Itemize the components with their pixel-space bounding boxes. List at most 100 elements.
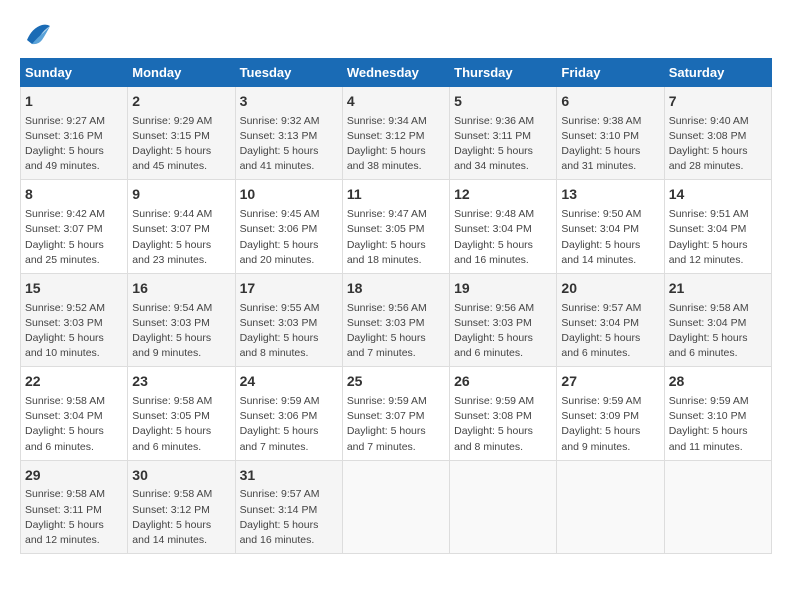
day-number: 24 [240, 372, 338, 392]
calendar-cell: 11Sunrise: 9:47 AMSunset: 3:05 PMDayligh… [342, 180, 449, 273]
day-info: Sunrise: 9:58 AMSunset: 3:11 PMDaylight:… [25, 487, 123, 548]
calendar-cell: 24Sunrise: 9:59 AMSunset: 3:06 PMDayligh… [235, 367, 342, 460]
calendar-cell: 14Sunrise: 9:51 AMSunset: 3:04 PMDayligh… [664, 180, 771, 273]
calendar-cell: 13Sunrise: 9:50 AMSunset: 3:04 PMDayligh… [557, 180, 664, 273]
day-info: Sunrise: 9:40 AMSunset: 3:08 PMDaylight:… [669, 114, 767, 175]
calendar-cell: 10Sunrise: 9:45 AMSunset: 3:06 PMDayligh… [235, 180, 342, 273]
day-number: 28 [669, 372, 767, 392]
calendar-cell: 28Sunrise: 9:59 AMSunset: 3:10 PMDayligh… [664, 367, 771, 460]
day-number: 10 [240, 185, 338, 205]
day-info: Sunrise: 9:27 AMSunset: 3:16 PMDaylight:… [25, 114, 123, 175]
day-number: 25 [347, 372, 445, 392]
calendar-cell: 22Sunrise: 9:58 AMSunset: 3:04 PMDayligh… [21, 367, 128, 460]
calendar-cell: 25Sunrise: 9:59 AMSunset: 3:07 PMDayligh… [342, 367, 449, 460]
day-number: 9 [132, 185, 230, 205]
day-number: 21 [669, 279, 767, 299]
calendar-cell [557, 460, 664, 553]
calendar-cell: 26Sunrise: 9:59 AMSunset: 3:08 PMDayligh… [450, 367, 557, 460]
calendar-cell: 7Sunrise: 9:40 AMSunset: 3:08 PMDaylight… [664, 87, 771, 180]
day-info: Sunrise: 9:56 AMSunset: 3:03 PMDaylight:… [454, 301, 552, 362]
day-number: 13 [561, 185, 659, 205]
calendar-cell: 19Sunrise: 9:56 AMSunset: 3:03 PMDayligh… [450, 273, 557, 366]
calendar-cell: 23Sunrise: 9:58 AMSunset: 3:05 PMDayligh… [128, 367, 235, 460]
calendar-cell: 18Sunrise: 9:56 AMSunset: 3:03 PMDayligh… [342, 273, 449, 366]
calendar-cell: 5Sunrise: 9:36 AMSunset: 3:11 PMDaylight… [450, 87, 557, 180]
day-info: Sunrise: 9:36 AMSunset: 3:11 PMDaylight:… [454, 114, 552, 175]
day-number: 30 [132, 466, 230, 486]
day-info: Sunrise: 9:55 AMSunset: 3:03 PMDaylight:… [240, 301, 338, 362]
calendar-week-row: 15Sunrise: 9:52 AMSunset: 3:03 PMDayligh… [21, 273, 772, 366]
day-number: 29 [25, 466, 123, 486]
day-info: Sunrise: 9:59 AMSunset: 3:08 PMDaylight:… [454, 394, 552, 455]
day-number: 2 [132, 92, 230, 112]
day-number: 31 [240, 466, 338, 486]
day-info: Sunrise: 9:32 AMSunset: 3:13 PMDaylight:… [240, 114, 338, 175]
day-info: Sunrise: 9:56 AMSunset: 3:03 PMDaylight:… [347, 301, 445, 362]
day-info: Sunrise: 9:58 AMSunset: 3:04 PMDaylight:… [669, 301, 767, 362]
day-info: Sunrise: 9:42 AMSunset: 3:07 PMDaylight:… [25, 207, 123, 268]
weekday-header: Tuesday [235, 59, 342, 87]
calendar-cell: 17Sunrise: 9:55 AMSunset: 3:03 PMDayligh… [235, 273, 342, 366]
day-number: 12 [454, 185, 552, 205]
day-number: 15 [25, 279, 123, 299]
day-info: Sunrise: 9:58 AMSunset: 3:04 PMDaylight:… [25, 394, 123, 455]
day-number: 16 [132, 279, 230, 299]
weekday-header: Friday [557, 59, 664, 87]
calendar-cell: 1Sunrise: 9:27 AMSunset: 3:16 PMDaylight… [21, 87, 128, 180]
day-number: 6 [561, 92, 659, 112]
calendar-week-row: 22Sunrise: 9:58 AMSunset: 3:04 PMDayligh… [21, 367, 772, 460]
day-number: 26 [454, 372, 552, 392]
day-number: 1 [25, 92, 123, 112]
day-number: 11 [347, 185, 445, 205]
calendar-cell: 3Sunrise: 9:32 AMSunset: 3:13 PMDaylight… [235, 87, 342, 180]
weekday-header: Saturday [664, 59, 771, 87]
day-info: Sunrise: 9:38 AMSunset: 3:10 PMDaylight:… [561, 114, 659, 175]
calendar-week-row: 1Sunrise: 9:27 AMSunset: 3:16 PMDaylight… [21, 87, 772, 180]
calendar-cell: 31Sunrise: 9:57 AMSunset: 3:14 PMDayligh… [235, 460, 342, 553]
day-info: Sunrise: 9:52 AMSunset: 3:03 PMDaylight:… [25, 301, 123, 362]
day-info: Sunrise: 9:50 AMSunset: 3:04 PMDaylight:… [561, 207, 659, 268]
calendar-cell: 16Sunrise: 9:54 AMSunset: 3:03 PMDayligh… [128, 273, 235, 366]
calendar-week-row: 8Sunrise: 9:42 AMSunset: 3:07 PMDaylight… [21, 180, 772, 273]
day-number: 8 [25, 185, 123, 205]
day-info: Sunrise: 9:48 AMSunset: 3:04 PMDaylight:… [454, 207, 552, 268]
day-info: Sunrise: 9:58 AMSunset: 3:05 PMDaylight:… [132, 394, 230, 455]
calendar-cell: 21Sunrise: 9:58 AMSunset: 3:04 PMDayligh… [664, 273, 771, 366]
calendar-cell: 30Sunrise: 9:58 AMSunset: 3:12 PMDayligh… [128, 460, 235, 553]
calendar-cell: 20Sunrise: 9:57 AMSunset: 3:04 PMDayligh… [557, 273, 664, 366]
day-number: 27 [561, 372, 659, 392]
weekday-header: Monday [128, 59, 235, 87]
day-info: Sunrise: 9:59 AMSunset: 3:06 PMDaylight:… [240, 394, 338, 455]
calendar-cell: 9Sunrise: 9:44 AMSunset: 3:07 PMDaylight… [128, 180, 235, 273]
calendar-table: SundayMondayTuesdayWednesdayThursdayFrid… [20, 58, 772, 554]
weekday-header: Sunday [21, 59, 128, 87]
calendar-cell [450, 460, 557, 553]
day-number: 3 [240, 92, 338, 112]
day-info: Sunrise: 9:51 AMSunset: 3:04 PMDaylight:… [669, 207, 767, 268]
day-number: 14 [669, 185, 767, 205]
day-info: Sunrise: 9:44 AMSunset: 3:07 PMDaylight:… [132, 207, 230, 268]
day-info: Sunrise: 9:59 AMSunset: 3:09 PMDaylight:… [561, 394, 659, 455]
calendar-cell: 8Sunrise: 9:42 AMSunset: 3:07 PMDaylight… [21, 180, 128, 273]
calendar-cell: 12Sunrise: 9:48 AMSunset: 3:04 PMDayligh… [450, 180, 557, 273]
logo-bird-icon [22, 20, 52, 48]
calendar-cell: 15Sunrise: 9:52 AMSunset: 3:03 PMDayligh… [21, 273, 128, 366]
day-number: 17 [240, 279, 338, 299]
day-number: 20 [561, 279, 659, 299]
day-number: 4 [347, 92, 445, 112]
weekday-header: Wednesday [342, 59, 449, 87]
calendar-week-row: 29Sunrise: 9:58 AMSunset: 3:11 PMDayligh… [21, 460, 772, 553]
day-number: 23 [132, 372, 230, 392]
logo [20, 20, 52, 48]
page-header [20, 20, 772, 48]
weekday-header-row: SundayMondayTuesdayWednesdayThursdayFrid… [21, 59, 772, 87]
day-info: Sunrise: 9:58 AMSunset: 3:12 PMDaylight:… [132, 487, 230, 548]
calendar-cell [664, 460, 771, 553]
day-number: 18 [347, 279, 445, 299]
day-info: Sunrise: 9:57 AMSunset: 3:04 PMDaylight:… [561, 301, 659, 362]
calendar-cell: 6Sunrise: 9:38 AMSunset: 3:10 PMDaylight… [557, 87, 664, 180]
day-info: Sunrise: 9:34 AMSunset: 3:12 PMDaylight:… [347, 114, 445, 175]
calendar-cell: 4Sunrise: 9:34 AMSunset: 3:12 PMDaylight… [342, 87, 449, 180]
day-info: Sunrise: 9:57 AMSunset: 3:14 PMDaylight:… [240, 487, 338, 548]
day-number: 7 [669, 92, 767, 112]
